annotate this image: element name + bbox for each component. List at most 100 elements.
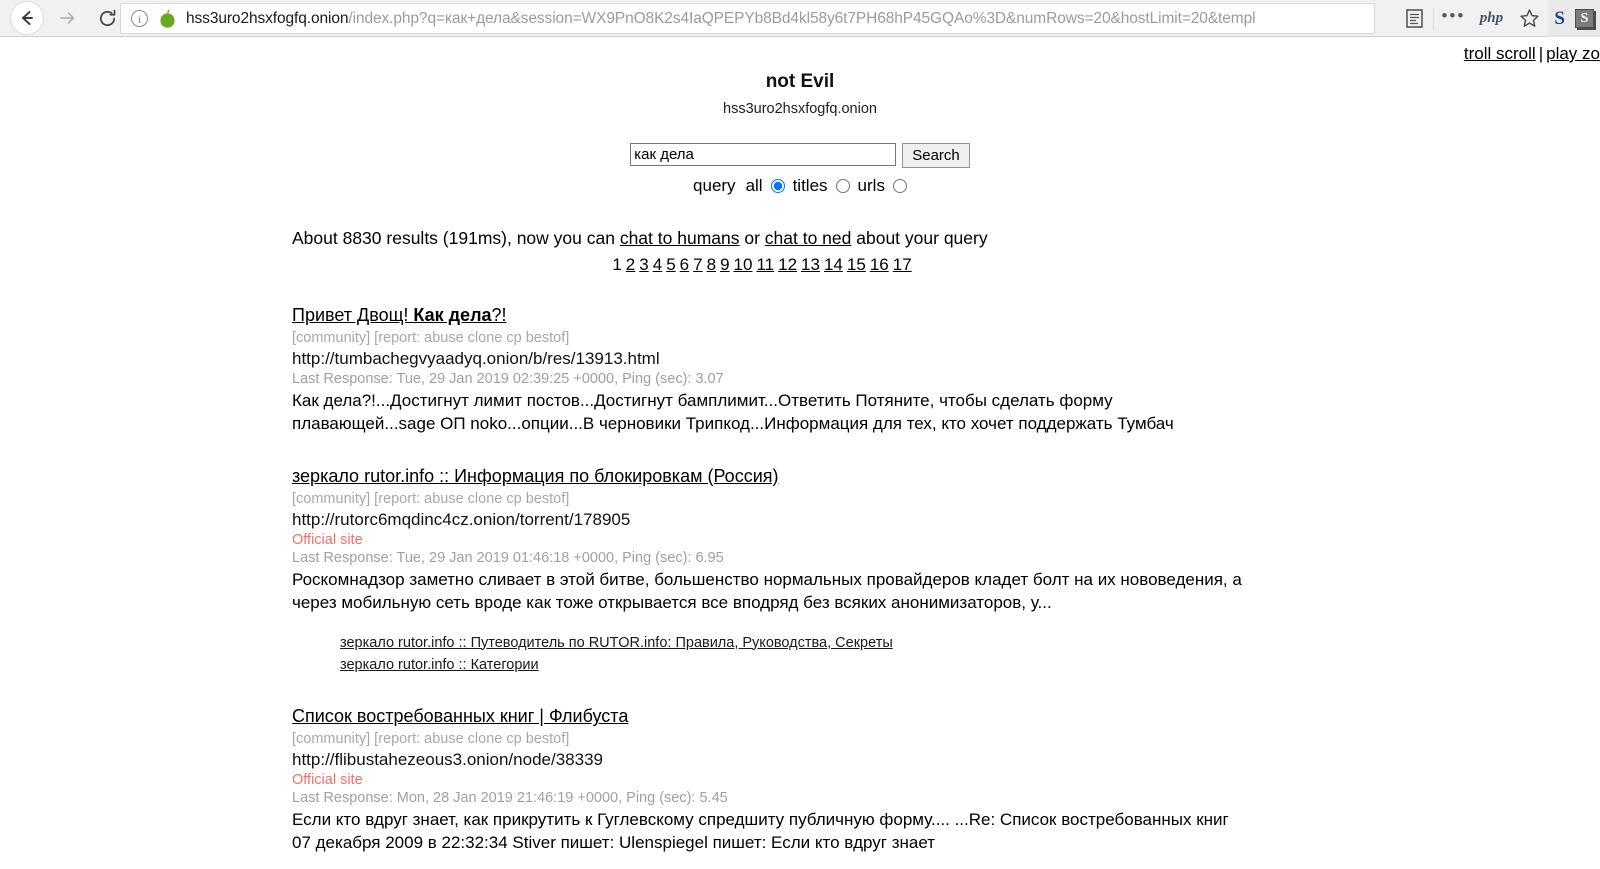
menu-dots-icon: ••• bbox=[1441, 5, 1466, 25]
scope-label-titles: titles bbox=[792, 175, 828, 195]
sublink-line: зеркало rutor.info :: Категории bbox=[340, 653, 1542, 676]
pagination-page-7[interactable]: 7 bbox=[691, 255, 704, 274]
scope-label-urls: urls bbox=[857, 175, 885, 195]
scope-radio-titles[interactable] bbox=[835, 178, 850, 193]
scope-option-urls[interactable]: urls bbox=[858, 176, 907, 196]
result-title-text: Привет Двощ! bbox=[292, 304, 414, 325]
url-path: /index.php?q=как+дела&session=WX9PnO8K2s… bbox=[348, 9, 1256, 27]
pagination-page-4[interactable]: 4 bbox=[651, 255, 664, 274]
search-scope-options: query all titles urls bbox=[0, 176, 1600, 196]
result-snippet: Если кто вдруг знает, как прикрутить к Г… bbox=[292, 810, 1229, 853]
result-url[interactable]: http://rutorc6mqdinc4cz.onion/torrent/17… bbox=[292, 510, 1542, 530]
browser-chrome: i hss3uro2hsxfogfq.onion/index.php?q=как… bbox=[0, 0, 1600, 37]
php-extension-button[interactable]: php bbox=[1472, 0, 1510, 37]
scope-option-titles[interactable]: titles bbox=[793, 176, 850, 196]
result-tags[interactable]: [community] [report: abuse clone cp best… bbox=[292, 731, 1542, 747]
results-summary-middle: or bbox=[739, 227, 765, 248]
search-result: Привет Двощ! Как дела?! [community] [repo… bbox=[292, 305, 1542, 436]
scope-label-all: all bbox=[745, 175, 763, 195]
result-meta: Last Response: Tue, 29 Jan 2019 01:46:18… bbox=[292, 549, 724, 566]
result-sublinks: зеркало rutor.info :: Путеводитель по RU… bbox=[340, 631, 1542, 677]
reader-mode-icon bbox=[1406, 9, 1423, 28]
result-title-link[interactable]: зеркало rutor.info :: Информация по блок… bbox=[292, 466, 778, 487]
pagination-page-15[interactable]: 15 bbox=[845, 255, 868, 274]
results-list: Привет Двощ! Как дела?! [community] [repo… bbox=[292, 305, 1542, 856]
url-text: hss3uro2hsxfogfq.onion/index.php?q=как+д… bbox=[186, 10, 1255, 28]
result-sublink[interactable]: зеркало rutor.info :: Путеводитель по RU… bbox=[340, 634, 893, 654]
pagination-page-6[interactable]: 6 bbox=[678, 255, 691, 274]
page-title: not Evil bbox=[765, 71, 835, 92]
official-site-badge: Official site bbox=[292, 531, 363, 548]
result-url[interactable]: http://flibustahezeous3.onion/node/38339 bbox=[292, 750, 1542, 770]
search-button[interactable]: Search bbox=[902, 142, 970, 168]
bookmark-star-icon bbox=[1520, 9, 1539, 27]
result-meta: Last Response: Tue, 29 Jan 2019 02:39:25… bbox=[292, 370, 724, 387]
pagination-page-2[interactable]: 2 bbox=[624, 255, 637, 274]
troll-scroll-link[interactable]: troll scroll bbox=[1464, 44, 1536, 63]
pagination-page-12[interactable]: 12 bbox=[776, 255, 799, 274]
back-arrow-icon bbox=[22, 11, 33, 25]
skype-extension-icon[interactable]: S bbox=[1554, 8, 1565, 30]
extensions-area: S S bbox=[1548, 0, 1600, 37]
top-right-links: troll scroll | play zo bbox=[1464, 44, 1600, 64]
site-domain: hss3uro2hsxfogfq.onion bbox=[723, 100, 877, 117]
pagination-current-page: 1 bbox=[612, 254, 622, 274]
pagination-page-11[interactable]: 11 bbox=[754, 255, 776, 274]
pagination-page-13[interactable]: 13 bbox=[799, 255, 822, 274]
overflow-menu-button[interactable]: ••• bbox=[1434, 0, 1472, 37]
forward-button[interactable] bbox=[50, 1, 84, 35]
search-input[interactable] bbox=[630, 142, 897, 166]
pagination-page-3[interactable]: 3 bbox=[637, 255, 650, 274]
result-title-text-after: ?! bbox=[491, 304, 507, 325]
address-bar[interactable]: i hss3uro2hsxfogfq.onion/index.php?q=как… bbox=[120, 3, 1375, 34]
url-host: hss3uro2hsxfogfq.onion bbox=[186, 9, 349, 27]
sublink-line: зеркало rutor.info :: Путеводитель по RU… bbox=[340, 631, 1542, 654]
result-title-highlight: Как дела bbox=[413, 304, 492, 325]
site-info-icon[interactable]: i bbox=[131, 10, 148, 27]
pagination-page-16[interactable]: 16 bbox=[868, 255, 891, 274]
reader-mode-button[interactable] bbox=[1395, 0, 1433, 37]
reload-icon bbox=[99, 9, 115, 26]
search-result: зеркало rutor.info :: Информация по блок… bbox=[292, 466, 1542, 677]
search-area: Search query all titles urls bbox=[0, 142, 1600, 196]
pagination-page-10[interactable]: 10 bbox=[732, 255, 755, 274]
onion-icon bbox=[160, 9, 175, 28]
result-meta: Last Response: Mon, 28 Jan 2019 21:46:19… bbox=[292, 790, 728, 807]
forward-arrow-icon bbox=[60, 12, 75, 24]
pagination-page-9[interactable]: 9 bbox=[718, 255, 731, 274]
scope-radio-urls[interactable] bbox=[892, 178, 907, 193]
chat-to-humans-link[interactable]: chat to humans bbox=[620, 228, 740, 248]
results-container: About 8830 results (191ms), now you can … bbox=[292, 228, 1542, 856]
result-title-link[interactable]: Привет Двощ! Как дела?! bbox=[292, 305, 507, 326]
result-title-link[interactable]: Список востребованных книг | Флибуста bbox=[292, 706, 628, 727]
result-snippet: Как дела?!...Достигнут лимит постов...До… bbox=[292, 390, 1174, 433]
reload-button[interactable] bbox=[90, 1, 124, 35]
result-url[interactable]: http://tumbachegvyaadyq.onion/b/res/1391… bbox=[292, 349, 1542, 369]
navigation-buttons bbox=[0, 1, 124, 35]
results-summary-suffix: about your query bbox=[851, 227, 988, 248]
chat-to-ned-link[interactable]: chat to ned bbox=[765, 228, 852, 248]
scope-option-all[interactable]: all bbox=[746, 176, 785, 196]
link-separator: | bbox=[1538, 44, 1544, 63]
site-header: not Evil hss3uro2hsxfogfq.onion bbox=[0, 37, 1600, 117]
pagination-page-17[interactable]: 17 bbox=[891, 255, 914, 274]
pagination-links: 2 3 4 5 6 7 8 9 10 11 12 13 14 15 16 17 bbox=[624, 255, 914, 274]
grey-s-extension-icon[interactable]: S bbox=[1575, 9, 1594, 28]
result-snippet: Роскомнадзор заметно сливает в этой битв… bbox=[292, 569, 1242, 612]
pagination-page-14[interactable]: 14 bbox=[822, 255, 845, 274]
php-icon: php bbox=[1479, 10, 1504, 26]
back-button[interactable] bbox=[10, 1, 44, 35]
play-zo-link[interactable]: play zo bbox=[1546, 44, 1600, 63]
pagination-page-8[interactable]: 8 bbox=[705, 255, 718, 274]
result-title-text: зеркало rutor.info :: Информация по блок… bbox=[292, 465, 779, 486]
pagination: 1 2 3 4 5 6 7 8 9 10 11 12 13 14 15 16 17 bbox=[292, 255, 1542, 275]
result-tags[interactable]: [community] [report: abuse clone cp best… bbox=[292, 491, 1542, 507]
results-summary: About 8830 results (191ms), now you can … bbox=[292, 228, 1542, 249]
bookmark-button[interactable] bbox=[1510, 0, 1548, 37]
result-tags[interactable]: [community] [report: abuse clone cp best… bbox=[292, 330, 1542, 346]
result-title-text: Список востребованных книг | Флибуста bbox=[292, 706, 629, 727]
scope-radio-all[interactable] bbox=[770, 178, 785, 193]
result-sublink[interactable]: зеркало rutor.info :: Категории bbox=[340, 656, 539, 676]
pagination-page-5[interactable]: 5 bbox=[664, 255, 677, 274]
search-result: Список востребованных книг | Флибуста [co… bbox=[292, 706, 1542, 855]
